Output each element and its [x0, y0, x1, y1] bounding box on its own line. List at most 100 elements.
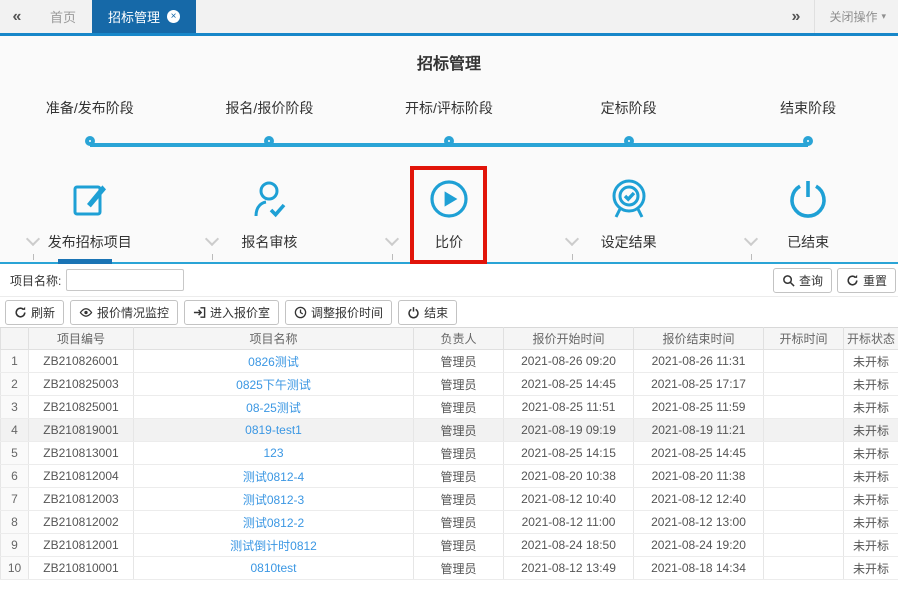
- cell-code: ZB210825003: [29, 373, 134, 396]
- collapse-tabs-icon[interactable]: «: [0, 0, 34, 33]
- cell-name: 测试0812-4: [134, 465, 414, 488]
- cell-open_time: [764, 442, 844, 465]
- project-link[interactable]: 测试0812-2: [243, 516, 304, 530]
- project-link[interactable]: 08-25测试: [246, 401, 301, 415]
- cell-owner: 管理员: [414, 396, 504, 419]
- project-link[interactable]: 测试倒计时0812: [230, 539, 317, 553]
- cell-end: 2021-08-24 19:20: [634, 534, 764, 557]
- cell-open_time: [764, 373, 844, 396]
- cell-start: 2021-08-12 11:00: [504, 511, 634, 534]
- target-check-icon[interactable]: [605, 175, 653, 223]
- cell-name: 测试倒计时0812: [134, 534, 414, 557]
- user-check-icon[interactable]: [245, 175, 293, 223]
- edit-icon[interactable]: [66, 175, 114, 223]
- timeline-dot: [264, 136, 274, 146]
- eye-icon: [79, 306, 93, 319]
- project-link[interactable]: 测试0812-3: [243, 493, 304, 507]
- table-row[interactable]: 7ZB210812003测试0812-3管理员2021-08-12 10:402…: [1, 488, 898, 511]
- table-row[interactable]: 6ZB210812004测试0812-4管理员2021-08-20 10:382…: [1, 465, 898, 488]
- stage-action-compare[interactable]: 比价: [359, 232, 539, 252]
- cell-start: 2021-08-19 09:19: [504, 419, 634, 442]
- table-row[interactable]: 4ZB2108190010819-test1管理员2021-08-19 09:1…: [1, 419, 898, 442]
- cell-owner: 管理员: [414, 557, 504, 580]
- table-row[interactable]: 8ZB210812002测试0812-2管理员2021-08-12 11:002…: [1, 511, 898, 534]
- tab-home[interactable]: 首页: [34, 0, 92, 33]
- search-button[interactable]: 查询: [773, 268, 832, 293]
- chevron-down-icon: [205, 232, 219, 246]
- cell-code: ZB210825001: [29, 396, 134, 419]
- table-header-row: 项目编号 项目名称 负责人 报价开始时间 报价结束时间 开标时间 开标状态: [1, 328, 898, 350]
- chevron-down-icon: [744, 232, 758, 246]
- cell-status: 未开标: [844, 488, 898, 511]
- stage-label-award: 定标阶段: [601, 98, 657, 118]
- cell-num: 3: [1, 396, 29, 419]
- cell-start: 2021-08-25 11:51: [504, 396, 634, 419]
- cell-code: ZB210813001: [29, 442, 134, 465]
- adjust-quote-time-button[interactable]: 调整报价时间: [285, 300, 392, 325]
- tab-bid-management[interactable]: 招标管理 ×: [92, 0, 196, 33]
- cell-code: ZB210819001: [29, 419, 134, 442]
- power-icon[interactable]: [784, 175, 832, 223]
- stage-icon-row: [0, 174, 898, 224]
- table-row[interactable]: 10ZB2108100010810test管理员2021-08-12 13:49…: [1, 557, 898, 580]
- timeline-dot: [803, 136, 813, 146]
- cell-end: 2021-08-12 13:00: [634, 511, 764, 534]
- cell-owner: 管理员: [414, 511, 504, 534]
- tab-bar: « 首页 招标管理 × » 关闭操作 ▾: [0, 0, 898, 36]
- tick-mark: [33, 254, 34, 260]
- cell-open_time: [764, 396, 844, 419]
- power-icon: [407, 306, 420, 319]
- project-name-input[interactable]: [66, 269, 184, 291]
- stage-action-review[interactable]: 报名审核: [180, 232, 360, 252]
- cell-end: 2021-08-25 17:17: [634, 373, 764, 396]
- tab-label: 招标管理: [108, 7, 160, 26]
- end-button[interactable]: 结束: [398, 300, 457, 325]
- refresh-button[interactable]: 刷新: [5, 300, 64, 325]
- cell-num: 4: [1, 419, 29, 442]
- expand-tabs-icon[interactable]: »: [778, 8, 815, 26]
- project-link[interactable]: 0819-test1: [245, 423, 302, 437]
- cell-open_time: [764, 419, 844, 442]
- quote-monitor-button[interactable]: 报价情况监控: [70, 300, 178, 325]
- cell-status: 未开标: [844, 396, 898, 419]
- project-link[interactable]: 0825下午测试: [236, 378, 311, 392]
- enter-quote-room-button[interactable]: 进入报价室: [184, 300, 279, 325]
- cell-code: ZB210812004: [29, 465, 134, 488]
- project-link[interactable]: 0810test: [250, 561, 296, 575]
- cell-code: ZB210812002: [29, 511, 134, 534]
- project-link[interactable]: 0826测试: [248, 355, 299, 369]
- table-row[interactable]: 2ZB2108250030825下午测试管理员2021-08-25 14:452…: [1, 373, 898, 396]
- timeline-dot: [444, 136, 454, 146]
- cell-end: 2021-08-18 14:34: [634, 557, 764, 580]
- header-owner: 负责人: [414, 328, 504, 350]
- header-project-name: 项目名称: [134, 328, 414, 350]
- table-row[interactable]: 5ZB210813001123管理员2021-08-25 14:152021-0…: [1, 442, 898, 465]
- cell-num: 1: [1, 350, 29, 373]
- cell-status: 未开标: [844, 419, 898, 442]
- active-stage-underline: [58, 259, 112, 264]
- cell-code: ZB210812003: [29, 488, 134, 511]
- stage-action-publish[interactable]: 发布招标项目: [0, 232, 180, 252]
- stage-label-row: 准备/发布阶段 报名/报价阶段 开标/评标阶段 定标阶段 结束阶段: [0, 98, 898, 118]
- cell-status: 未开标: [844, 373, 898, 396]
- reset-button[interactable]: 重置: [837, 268, 896, 293]
- table-row[interactable]: 9ZB210812001测试倒计时0812管理员2021-08-24 18:50…: [1, 534, 898, 557]
- project-link[interactable]: 测试0812-4: [243, 470, 304, 484]
- sign-in-icon: [193, 306, 206, 319]
- project-link[interactable]: 123: [263, 446, 283, 460]
- close-operations-dropdown[interactable]: 关闭操作 ▾: [814, 0, 898, 33]
- header-quote-end: 报价结束时间: [634, 328, 764, 350]
- play-circle-icon[interactable]: [425, 175, 473, 223]
- cell-open_time: [764, 465, 844, 488]
- stage-action-set-result[interactable]: 设定结果: [539, 232, 719, 252]
- close-tab-icon[interactable]: ×: [167, 10, 180, 23]
- cell-owner: 管理员: [414, 534, 504, 557]
- cell-start: 2021-08-25 14:15: [504, 442, 634, 465]
- cell-status: 未开标: [844, 442, 898, 465]
- table-toolbar: 刷新 报价情况监控 进入报价室 调整报价时间 结束: [0, 297, 898, 327]
- table-row[interactable]: 3ZB21082500108-25测试管理员2021-08-25 11:5120…: [1, 396, 898, 419]
- filter-bar: 项目名称: 查询 重置: [0, 264, 898, 297]
- table-row[interactable]: 1ZB2108260010826测试管理员2021-08-26 09:20202…: [1, 350, 898, 373]
- stage-action-ended[interactable]: 已结束: [718, 232, 898, 252]
- cell-num: 7: [1, 488, 29, 511]
